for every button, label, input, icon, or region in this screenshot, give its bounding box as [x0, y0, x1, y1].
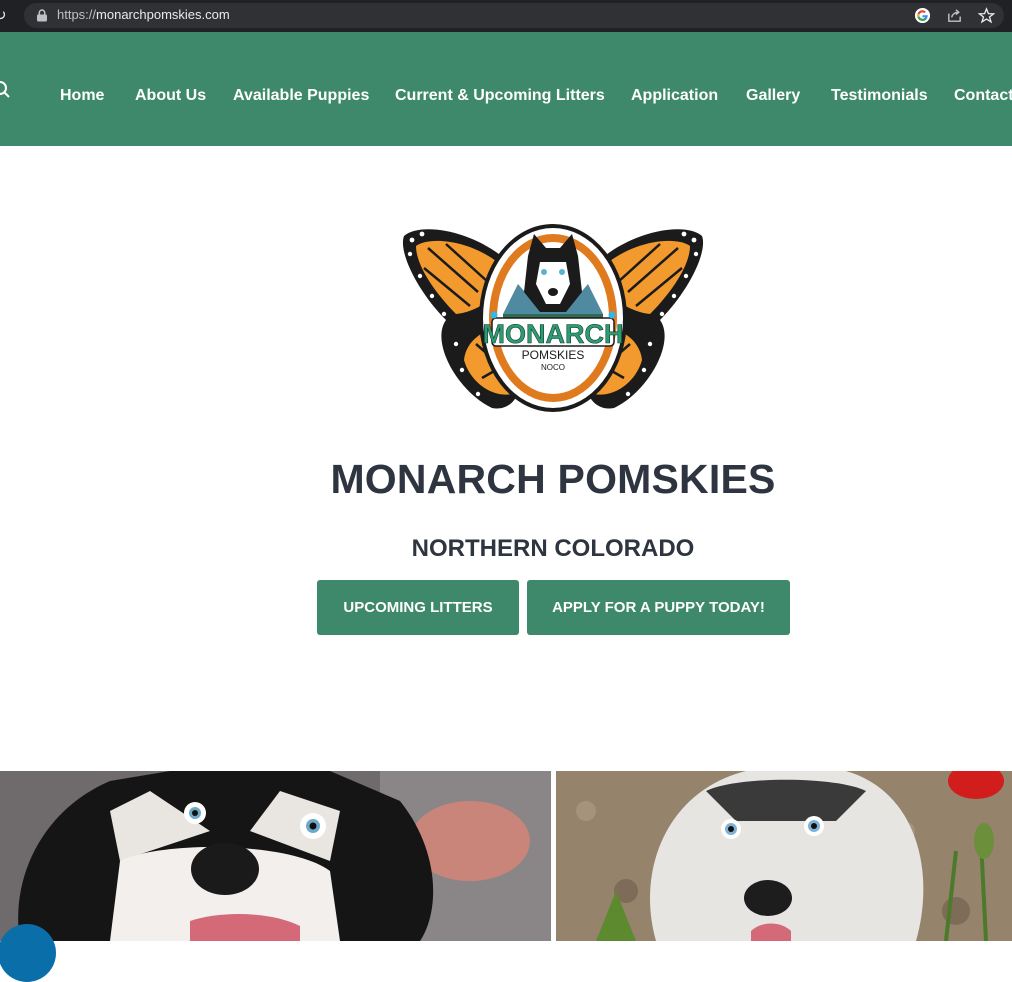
browser-toolbar: ↻ https://monarchpomskies.com — [0, 0, 1012, 32]
bookmark-star-icon[interactable] — [978, 7, 995, 24]
nav-application[interactable]: Application — [631, 87, 718, 105]
hero-title: MONARCH POMSKIES — [330, 456, 776, 502]
hero-subtitle: NORTHERN COLORADO — [411, 535, 695, 562]
address-bar[interactable]: https://monarchpomskies.com — [24, 3, 1004, 28]
logo-wordmark: MONARCH — [483, 319, 624, 349]
monarch-pomskies-logo: MONARCH POMSKIES NOCO — [402, 224, 704, 412]
nav-available-puppies[interactable]: Available Puppies — [233, 87, 369, 105]
apply-for-puppy-button[interactable]: APPLY FOR A PUPPY TODAY! — [527, 580, 790, 635]
reload-icon[interactable]: ↻ — [0, 6, 7, 24]
puppy-photo-left — [0, 771, 551, 941]
nav-current-upcoming-litters[interactable]: Current & Upcoming Litters — [395, 87, 605, 105]
upcoming-litters-button[interactable]: UPCOMING LITTERS — [317, 580, 519, 635]
google-lens-icon[interactable] — [914, 7, 931, 24]
nav-home[interactable]: Home — [60, 87, 104, 105]
logo-region: NOCO — [541, 363, 565, 372]
url-text: https://monarchpomskies.com — [57, 7, 230, 22]
lock-icon — [37, 9, 47, 22]
url-host: monarchpomskies.com — [96, 7, 230, 22]
chat-button[interactable] — [0, 924, 56, 982]
logo-subword: POMSKIES — [522, 348, 585, 362]
nav-contact[interactable]: Contact — [954, 87, 1012, 105]
nav-about-us[interactable]: About Us — [135, 87, 206, 105]
share-icon[interactable] — [946, 7, 963, 24]
puppy-photo-right — [556, 771, 1012, 941]
site-nav: Home About Us Available Puppies Current … — [0, 32, 1012, 146]
search-icon[interactable] — [0, 80, 12, 100]
nav-gallery[interactable]: Gallery — [746, 87, 800, 105]
url-scheme: https:// — [57, 7, 97, 22]
nav-testimonials[interactable]: Testimonials — [831, 87, 928, 105]
